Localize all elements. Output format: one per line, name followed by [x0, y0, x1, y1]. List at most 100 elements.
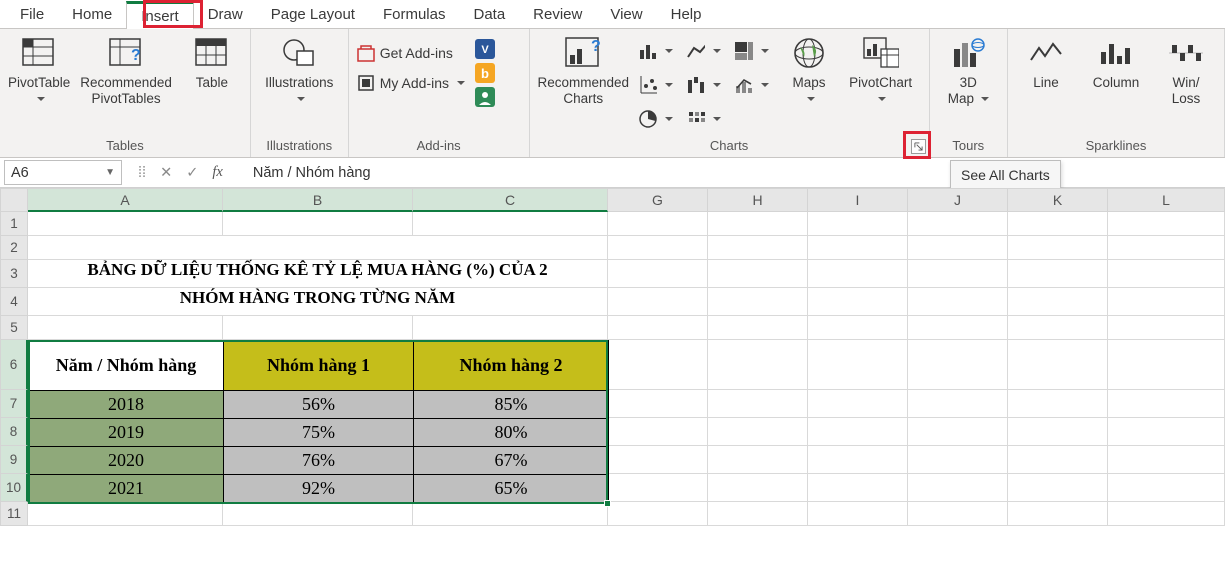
- cell-C7[interactable]: 85%: [414, 391, 609, 419]
- globe-icon: [791, 35, 827, 71]
- group-charts: ? RecommendedCharts: [530, 29, 930, 157]
- table-icon: [194, 35, 230, 71]
- row-header-7[interactable]: 7: [0, 390, 28, 418]
- pivottable-label: PivotTable: [8, 75, 70, 90]
- row-header-5[interactable]: 5: [0, 316, 28, 340]
- formula-content[interactable]: Năm / Nhóm hàng: [235, 165, 1225, 181]
- chart-combo-button[interactable]: [735, 73, 769, 97]
- sort-icon[interactable]: ⁞⁞: [138, 165, 146, 181]
- chart-treemap-button[interactable]: [735, 39, 769, 63]
- cell-C6[interactable]: Nhóm hàng 2: [414, 341, 609, 391]
- cell-A8[interactable]: 2019: [29, 419, 224, 447]
- row-header-10[interactable]: 10: [0, 474, 28, 502]
- sparkline-column-button[interactable]: Column: [1086, 35, 1146, 91]
- col-header-C[interactable]: C: [413, 188, 608, 212]
- illustrations-button[interactable]: Illustrations: [265, 35, 333, 107]
- recommended-charts-button[interactable]: ? RecommendedCharts: [538, 35, 630, 107]
- chart-line-button[interactable]: [687, 39, 721, 63]
- col-header-J[interactable]: J: [908, 188, 1008, 212]
- row-header-1[interactable]: 1: [0, 212, 28, 236]
- scatter-icon: [639, 76, 657, 94]
- pivottable-button[interactable]: PivotTable: [8, 35, 70, 107]
- row-header-11[interactable]: 11: [0, 502, 28, 526]
- recommended-pivottables-icon: ?: [108, 35, 144, 71]
- col-header-I[interactable]: I: [808, 188, 908, 212]
- pivotchart-button[interactable]: PivotChart: [849, 35, 912, 107]
- get-addins-button[interactable]: Get Add-ins: [357, 41, 465, 65]
- chart-pie-button[interactable]: [639, 107, 673, 131]
- tab-view[interactable]: View: [596, 2, 656, 27]
- cell-B8[interactable]: 75%: [224, 419, 414, 447]
- row-header-4[interactable]: 4: [0, 288, 28, 316]
- col-header-K[interactable]: K: [1008, 188, 1108, 212]
- ribbon-tabs: File Home Insert Draw Page Layout Formul…: [0, 0, 1225, 28]
- shapes-icon: [281, 35, 317, 71]
- chart-column-button[interactable]: [639, 39, 673, 63]
- tab-home[interactable]: Home: [58, 2, 126, 27]
- cell-B6[interactable]: Nhóm hàng 1: [224, 341, 414, 391]
- tab-help[interactable]: Help: [657, 2, 716, 27]
- cell-C10[interactable]: 65%: [414, 475, 609, 503]
- worksheet-grid[interactable]: A B C G H I J K L 1 2 3BẢNG DỮ LIỆU THỐN…: [0, 188, 1225, 526]
- store-icon: [357, 44, 375, 62]
- surface-icon: [687, 110, 705, 128]
- sparkline-winloss-button[interactable]: Win/Loss: [1156, 35, 1216, 107]
- tab-draw[interactable]: Draw: [194, 2, 257, 27]
- group-illustrations: Illustrations Illustrations: [251, 29, 349, 157]
- tab-page-layout[interactable]: Page Layout: [257, 2, 369, 27]
- 3d-map-button[interactable]: 3DMap: [938, 35, 998, 107]
- group-label-illustrations: Illustrations: [259, 138, 340, 155]
- cell-B10[interactable]: 92%: [224, 475, 414, 503]
- enter-icon[interactable]: ✓: [186, 165, 198, 181]
- col-header-B[interactable]: B: [223, 188, 413, 212]
- tooltip-see-all-charts: See All Charts: [950, 160, 1061, 190]
- people-icon[interactable]: [475, 87, 495, 107]
- cell-C8[interactable]: 80%: [414, 419, 609, 447]
- name-box[interactable]: A6 ▼: [4, 160, 122, 185]
- cancel-icon[interactable]: ✕: [160, 165, 172, 181]
- sparkline-line-button[interactable]: Line: [1016, 35, 1076, 91]
- table-button[interactable]: Table: [182, 35, 242, 91]
- col-header-A[interactable]: A: [28, 188, 223, 212]
- cell-A6[interactable]: Năm / Nhóm hàng: [29, 341, 224, 391]
- col-header-G[interactable]: G: [608, 188, 708, 212]
- col-header-H[interactable]: H: [708, 188, 808, 212]
- maps-button[interactable]: Maps: [779, 35, 839, 107]
- data-table: Năm / Nhóm hàng Nhóm hàng 1 Nhóm hàng 2 …: [28, 340, 609, 503]
- fx-icon[interactable]: fx: [212, 164, 222, 181]
- cell-C9[interactable]: 67%: [414, 447, 609, 475]
- row-header-3[interactable]: 3: [0, 260, 28, 288]
- sparkline-line-icon: [1028, 35, 1064, 71]
- row-header-8[interactable]: 8: [0, 418, 28, 446]
- chart-scatter-button[interactable]: [639, 73, 673, 97]
- tab-review[interactable]: Review: [519, 2, 596, 27]
- row-header-9[interactable]: 9: [0, 446, 28, 474]
- name-box-value: A6: [11, 165, 29, 181]
- cell-A7[interactable]: 2018: [29, 391, 224, 419]
- name-box-dropdown-icon[interactable]: ▼: [105, 167, 115, 178]
- charts-dialog-launcher[interactable]: [911, 139, 926, 154]
- row-header-6[interactable]: 6: [0, 340, 28, 390]
- tab-formulas[interactable]: Formulas: [369, 2, 460, 27]
- col-header-L[interactable]: L: [1108, 188, 1225, 212]
- sparkline-winloss-icon: [1168, 35, 1204, 71]
- cell-A9[interactable]: 2020: [29, 447, 224, 475]
- recommended-pivottables-button[interactable]: ? RecommendedPivotTables: [80, 35, 172, 107]
- bing-icon[interactable]: b: [475, 63, 495, 83]
- addins-icon: [357, 74, 375, 92]
- cell-B7[interactable]: 56%: [224, 391, 414, 419]
- my-addins-button[interactable]: My Add-ins: [357, 71, 465, 95]
- chart-surface-button[interactable]: [687, 107, 721, 131]
- group-sparklines: Line Column Win/Loss Sparklines: [1008, 29, 1225, 157]
- group-addins: Get Add-ins My Add-ins V b Add-ins: [349, 29, 530, 157]
- visio-icon[interactable]: V: [475, 39, 495, 59]
- cell-A10[interactable]: 2021: [29, 475, 224, 503]
- tab-file[interactable]: File: [6, 2, 58, 27]
- chart-waterfall-button[interactable]: [687, 73, 721, 97]
- row-header-2[interactable]: 2: [0, 236, 28, 260]
- tab-data[interactable]: Data: [459, 2, 519, 27]
- select-all-corner[interactable]: [0, 188, 28, 212]
- cell-B9[interactable]: 76%: [224, 447, 414, 475]
- tab-insert[interactable]: Insert: [126, 1, 194, 29]
- group-label-sparklines: Sparklines: [1016, 138, 1216, 155]
